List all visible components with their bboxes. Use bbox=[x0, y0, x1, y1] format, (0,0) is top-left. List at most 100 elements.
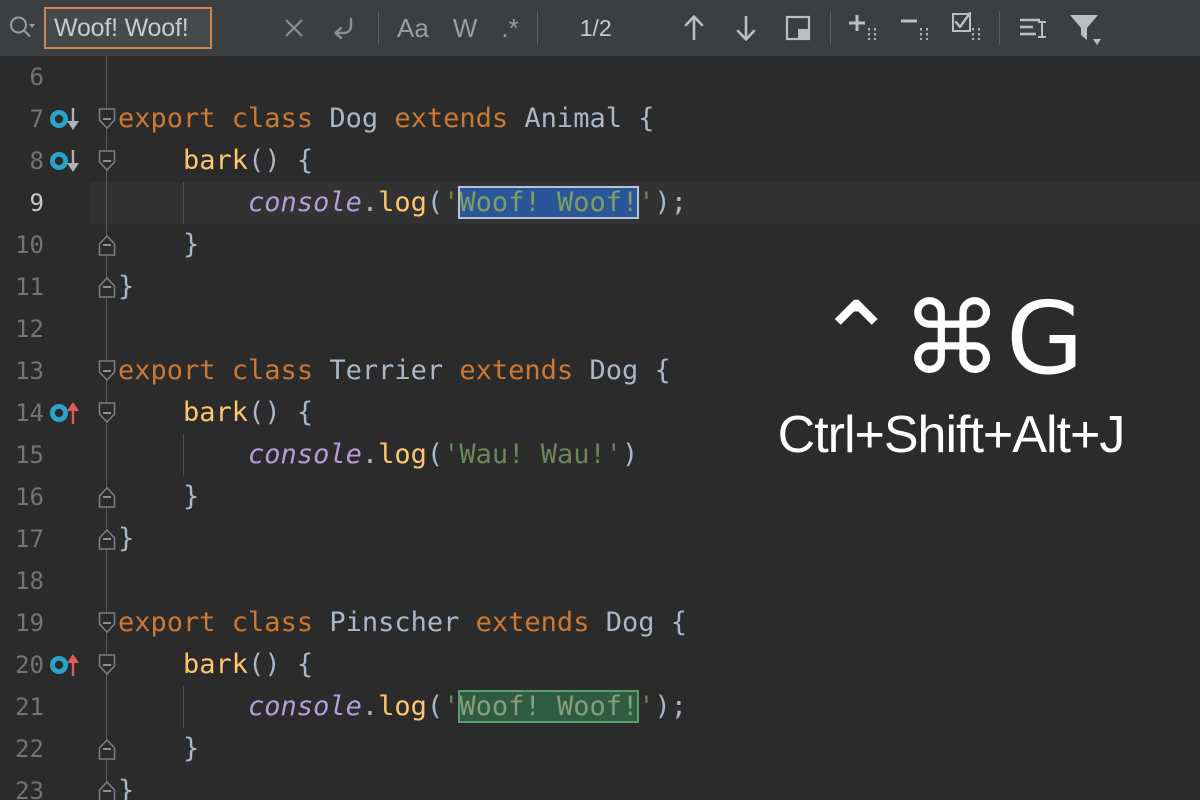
fold-gutter[interactable] bbox=[96, 476, 118, 518]
code-line[interactable]: 12 bbox=[0, 308, 1200, 350]
code-token: } bbox=[118, 229, 200, 260]
select-all-occurrences-carets-icon[interactable] bbox=[941, 0, 993, 56]
gutter-overriding-method-icon[interactable] bbox=[48, 652, 88, 678]
return-arrow-icon[interactable] bbox=[320, 0, 372, 56]
code-token: } bbox=[118, 481, 200, 512]
whole-words-toggle[interactable]: W bbox=[441, 0, 490, 56]
fold-gutter[interactable] bbox=[96, 308, 118, 350]
code-line[interactable]: 10 } bbox=[0, 224, 1200, 266]
fold-gutter[interactable] bbox=[96, 728, 118, 770]
code-text[interactable]: console.log('Wau! Wau!') bbox=[118, 434, 638, 476]
filter-icon[interactable] bbox=[1058, 0, 1110, 56]
toolbar-divider-4 bbox=[998, 11, 1000, 45]
fold-start-icon[interactable] bbox=[96, 140, 118, 187]
search-icon[interactable] bbox=[0, 0, 42, 56]
fold-start-icon[interactable] bbox=[96, 602, 118, 649]
code-token: export bbox=[118, 607, 232, 638]
select-all-occurrences-icon[interactable] bbox=[772, 0, 824, 56]
code-line[interactable]: 15 console.log('Wau! Wau!') bbox=[0, 434, 1200, 476]
search-match-other[interactable]: Woof! Woof! bbox=[458, 690, 640, 723]
regex-toggle[interactable]: .* bbox=[489, 0, 530, 56]
fold-gutter[interactable] bbox=[96, 434, 118, 476]
search-input[interactable]: Woof! Woof! bbox=[44, 7, 212, 49]
match-case-toggle[interactable]: Aa bbox=[385, 0, 441, 56]
fold-end-icon[interactable] bbox=[96, 770, 118, 800]
code-line[interactable]: 22 } bbox=[0, 728, 1200, 770]
code-text[interactable]: } bbox=[118, 728, 199, 770]
fold-gutter[interactable] bbox=[96, 392, 118, 434]
code-token: } bbox=[118, 733, 200, 764]
fold-end-icon[interactable] bbox=[96, 728, 118, 775]
code-line[interactable]: 17} bbox=[0, 518, 1200, 560]
add-selection-next-occurrence-icon[interactable] bbox=[837, 0, 889, 56]
code-line[interactable]: 23} bbox=[0, 770, 1200, 800]
fold-end-icon[interactable] bbox=[96, 518, 118, 565]
search-match-selected[interactable]: Woof! Woof! bbox=[458, 186, 640, 219]
code-line[interactable]: 21 console.log('Woof! Woof!'); bbox=[0, 686, 1200, 728]
code-editor[interactable]: 6 7 export class Dog extends Animal {8 bar… bbox=[0, 56, 1200, 800]
fold-start-icon[interactable] bbox=[96, 98, 118, 145]
fold-gutter[interactable] bbox=[96, 140, 118, 182]
code-text[interactable]: } bbox=[118, 518, 134, 560]
fold-start-icon[interactable] bbox=[96, 644, 118, 691]
code-line[interactable]: 16 } bbox=[0, 476, 1200, 518]
next-match-button[interactable] bbox=[720, 0, 772, 56]
fold-gutter[interactable] bbox=[96, 770, 118, 800]
code-token: ); bbox=[654, 691, 688, 722]
gutter-overriding-method-icon[interactable] bbox=[48, 400, 88, 426]
code-line[interactable]: 18 bbox=[0, 560, 1200, 602]
fold-gutter[interactable] bbox=[96, 350, 118, 392]
fold-gutter[interactable] bbox=[96, 602, 118, 644]
fold-end-icon[interactable] bbox=[96, 224, 118, 271]
gutter-overridden-method-icon[interactable] bbox=[48, 148, 88, 174]
code-line[interactable]: 9 console.log('Woof! Woof!'); bbox=[0, 182, 1200, 224]
code-text[interactable]: } bbox=[118, 266, 134, 308]
code-text[interactable]: console.log('Woof! Woof!'); bbox=[118, 182, 687, 224]
fold-gutter[interactable] bbox=[96, 518, 118, 560]
line-number: 16 bbox=[15, 483, 44, 511]
code-token: . bbox=[361, 691, 379, 722]
code-text[interactable]: export class Dog extends Animal { bbox=[118, 98, 654, 140]
code-text[interactable]: bark() { bbox=[118, 392, 313, 434]
code-text[interactable]: export class Pinscher extends Dog { bbox=[118, 602, 687, 644]
previous-match-button[interactable] bbox=[668, 0, 720, 56]
in-selection-icon[interactable] bbox=[1006, 0, 1058, 56]
code-line[interactable]: 14 bark() { bbox=[0, 392, 1200, 434]
code-line[interactable]: 20 bark() { bbox=[0, 644, 1200, 686]
code-line[interactable]: 19 export class Pinscher extends Dog { bbox=[0, 602, 1200, 644]
fold-gutter[interactable] bbox=[96, 686, 118, 728]
remove-occurrence-icon[interactable] bbox=[889, 0, 941, 56]
fold-gutter[interactable] bbox=[96, 644, 118, 686]
code-token: Dog bbox=[605, 607, 671, 638]
code-line[interactable]: 7 export class Dog extends Animal { bbox=[0, 98, 1200, 140]
fold-gutter[interactable] bbox=[96, 56, 118, 98]
fold-end-icon[interactable] bbox=[96, 266, 118, 313]
fold-end-icon[interactable] bbox=[96, 476, 118, 523]
code-text[interactable]: } bbox=[118, 476, 199, 518]
fold-region-line bbox=[106, 308, 107, 350]
code-text[interactable]: bark() { bbox=[118, 644, 313, 686]
code-line[interactable]: 11} bbox=[0, 266, 1200, 308]
clear-search-button[interactable] bbox=[268, 0, 320, 56]
code-line[interactable]: 8 bark() { bbox=[0, 140, 1200, 182]
code-token: { bbox=[654, 355, 671, 386]
code-text[interactable]: export class Terrier extends Dog { bbox=[118, 350, 671, 392]
code-token: bark bbox=[183, 649, 249, 680]
code-token: ' bbox=[638, 691, 655, 722]
code-text[interactable]: } bbox=[118, 770, 134, 800]
code-line[interactable]: 6 bbox=[0, 56, 1200, 98]
fold-gutter[interactable] bbox=[96, 98, 118, 140]
code-text[interactable]: bark() { bbox=[118, 140, 313, 182]
fold-gutter[interactable] bbox=[96, 224, 118, 266]
code-token: extends bbox=[394, 103, 525, 134]
fold-start-icon[interactable] bbox=[96, 350, 118, 397]
fold-start-icon[interactable] bbox=[96, 392, 118, 439]
gutter-overridden-method-icon[interactable] bbox=[48, 106, 88, 132]
code-text[interactable]: } bbox=[118, 224, 199, 266]
fold-gutter[interactable] bbox=[96, 266, 118, 308]
code-line[interactable]: 13 export class Terrier extends Dog { bbox=[0, 350, 1200, 392]
fold-gutter[interactable] bbox=[96, 182, 118, 224]
fold-gutter[interactable] bbox=[96, 560, 118, 602]
code-text[interactable]: console.log('Woof! Woof!'); bbox=[118, 686, 687, 728]
